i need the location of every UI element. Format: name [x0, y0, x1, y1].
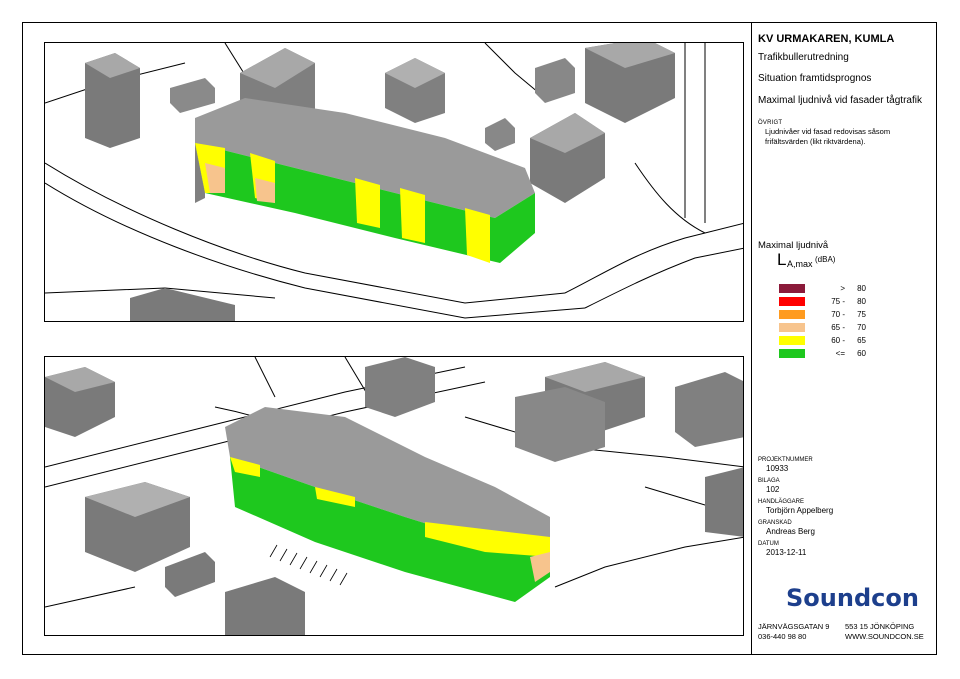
other-note: Ljudnivåer vid fasad redovisas såsom fri… — [765, 127, 891, 146]
map-view-top[interactable] — [44, 42, 744, 322]
handler-name: Torbjörn Appelberg — [766, 506, 834, 515]
legend-swatch — [779, 310, 805, 319]
legend-high: 80 — [857, 284, 866, 293]
legend-low: 60 - — [831, 336, 845, 345]
appendix-number: 102 — [766, 485, 780, 494]
appendix-label: BILAGA — [758, 478, 780, 484]
legend-swatch — [779, 323, 805, 332]
company-logo: Soundcon — [786, 584, 919, 612]
legend-swatch — [779, 336, 805, 345]
project-title: KV URMAKAREN, KUMLA — [758, 33, 895, 45]
legend-symbol: L — [777, 250, 787, 269]
company-city: 553 15 JÖNKÖPING — [845, 622, 915, 631]
map-top-drawing — [45, 43, 743, 321]
legend-low: <= — [835, 349, 845, 358]
legend-low: 70 - — [831, 310, 845, 319]
handler-label: HANDLÄGGARE — [758, 499, 805, 505]
legend-low: 65 - — [831, 323, 845, 332]
legend-swatch — [779, 297, 805, 306]
date-value: 2013-12-11 — [766, 548, 807, 557]
situation-label: Situation framtidsprognos — [758, 73, 872, 84]
legend-title: Maximal ljudnivå — [758, 240, 829, 251]
legend-unit: (dBA) — [815, 255, 836, 264]
company-web: WWW.SOUNDCON.SE — [845, 632, 924, 641]
project-number: 10933 — [766, 464, 789, 473]
project-number-label: PROJEKTNUMMER — [758, 457, 813, 463]
legend-low: 75 - — [831, 297, 845, 306]
company-phone: 036-440 98 80 — [758, 632, 807, 641]
legend-high: 60 — [857, 349, 866, 358]
legend-high: 75 — [857, 310, 866, 319]
legend-high: 65 — [857, 336, 866, 345]
subject-label: Maximal ljudnivå vid fasader tågtrafik — [758, 95, 922, 106]
main-building-top — [195, 98, 535, 263]
map-bottom-drawing — [45, 357, 743, 635]
legend-high: 70 — [857, 323, 866, 332]
map-view-bottom[interactable] — [44, 356, 744, 636]
legend-symbol-subscript: A,max — [787, 259, 813, 269]
legend-swatch — [779, 349, 805, 358]
report-type: Trafikbullerutredning — [758, 52, 849, 63]
legend-low: > — [840, 284, 845, 293]
company-street: JÄRNVÄGSGATAN 9 — [758, 622, 830, 631]
date-label: DATUM — [758, 541, 779, 547]
reviewer-label: GRANSKAD — [758, 520, 792, 526]
legend-swatch — [779, 284, 805, 293]
main-building-bottom — [225, 407, 550, 602]
other-label: ÖVRIGT — [758, 120, 783, 126]
legend-high: 80 — [857, 297, 866, 306]
reviewer-name: Andreas Berg — [766, 527, 815, 536]
